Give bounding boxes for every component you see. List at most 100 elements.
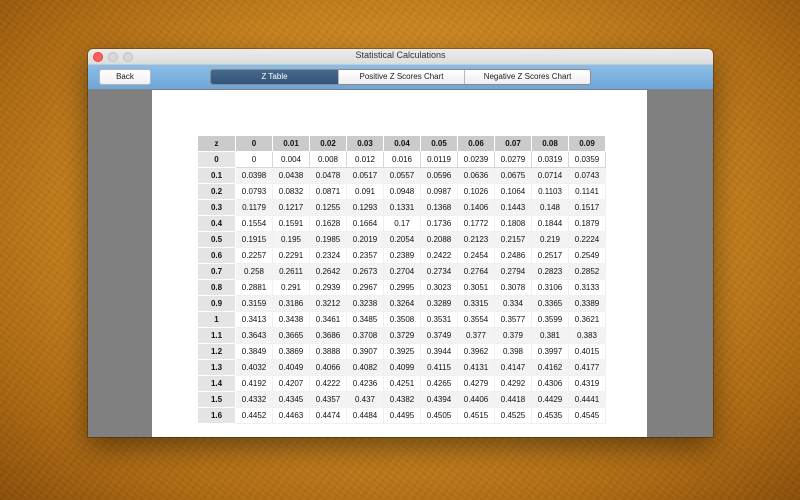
z-table-cell: 0.4236: [346, 375, 384, 392]
z-table-cell: 0.3238: [346, 295, 384, 312]
z-table-cell: 0.2764: [457, 263, 495, 280]
table-row: 1 0.3413 0.3438 0.3461 0.3485 0.3508 0.3531 0.3…: [197, 311, 606, 328]
z-table-cell: 0.016: [383, 151, 421, 168]
z-table-cell: 0.3925: [383, 343, 421, 360]
z-table-cell: 0.0948: [383, 183, 421, 200]
back-button[interactable]: Back: [99, 69, 151, 85]
view-segmented-control: Z Table Positive Z Scores Chart Negative…: [210, 69, 591, 85]
z-table-cell: 0.258: [235, 263, 273, 280]
z-table-cell: 0.3051: [457, 279, 495, 296]
z-table-cell: 0.4382: [383, 391, 421, 408]
z-table-cell: 0.3264: [383, 295, 421, 312]
z-table-cell: 0.0596: [420, 167, 458, 184]
z-table-cell: 0.0714: [531, 167, 569, 184]
z-table-cell: 0.3106: [531, 279, 569, 296]
z-table-body: 0 0 0.004 0.008 0.012 0.016 0.0119 0.0239 0.0279…: [197, 151, 606, 424]
z-table-column-header: 0.06: [457, 135, 495, 152]
z-table-cell: 0.2549: [568, 247, 606, 264]
z-table-column-header: 0.03: [346, 135, 384, 152]
z-table-cell: 0.2704: [383, 263, 421, 280]
z-table-cell: 0.3389: [568, 295, 606, 312]
table-row: 0.1 0.0398 0.0438 0.0478 0.0517 0.0557 0.0596 0…: [197, 167, 606, 184]
z-table-cell: 0.1915: [235, 231, 273, 248]
z-table-cell: 0.008: [309, 151, 347, 168]
z-table-cell: 0.4515: [457, 407, 495, 424]
z-table-cell: 0.3686: [309, 327, 347, 344]
z-table-cell: 0.1331: [383, 199, 421, 216]
tab-positive-z-scores-chart[interactable]: Positive Z Scores Chart: [338, 70, 464, 84]
z-table-cell: 0.3621: [568, 311, 606, 328]
z-table-cell: 0.2734: [420, 263, 458, 280]
z-table-cell: 0.1591: [272, 215, 310, 232]
z-table-cell: 0.3599: [531, 311, 569, 328]
tab-negative-z-scores-chart[interactable]: Negative Z Scores Chart: [464, 70, 590, 84]
z-table-cell: 0.2054: [383, 231, 421, 248]
z-table-cell: 0.334: [494, 295, 532, 312]
z-table-cell: 0.1064: [494, 183, 532, 200]
z-table-cell: 0.2257: [235, 247, 273, 264]
z-table-cell: 0.4319: [568, 375, 606, 392]
z-table-cell: 0.4463: [272, 407, 310, 424]
z-table-cell: 0.0239: [457, 151, 495, 168]
content-area: z 0 0.01 0.02 0.03 0.04 0.05 0.06 0.07 0.08 0.09 …: [88, 89, 713, 437]
z-table-row-header: 0.5: [197, 231, 236, 248]
z-table-row-header: 0.6: [197, 247, 236, 264]
z-table-cell: 0.2794: [494, 263, 532, 280]
tab-z-table[interactable]: Z Table: [211, 70, 338, 84]
z-table-cell: 0.2389: [383, 247, 421, 264]
z-table-cell: 0.4292: [494, 375, 532, 392]
z-table-cell: 0.398: [494, 343, 532, 360]
title-bar[interactable]: Statistical Calculations: [88, 49, 713, 65]
z-table-cell: 0.0636: [457, 167, 495, 184]
z-table-cell: 0.2642: [309, 263, 347, 280]
z-table-cell: 0.3708: [346, 327, 384, 344]
z-table-cell: 0.2224: [568, 231, 606, 248]
z-table-row-header: 0.9: [197, 295, 236, 312]
z-table-cell: 0.1554: [235, 215, 273, 232]
table-row: 0.7 0.258 0.2611 0.2642 0.2673 0.2704 0.2734 0.…: [197, 263, 606, 280]
z-table-cell: 0.0438: [272, 167, 310, 184]
z-table-cell: 0.2088: [420, 231, 458, 248]
z-table-cell: 0.219: [531, 231, 569, 248]
z-table-cell: 0.2291: [272, 247, 310, 264]
table-row: 1.5 0.4332 0.4345 0.4357 0.437 0.4382 0.4394 0.…: [197, 391, 606, 408]
z-table-row-header: 0: [197, 151, 236, 168]
z-table-cell: 0.4406: [457, 391, 495, 408]
z-table-cell: 0.3944: [420, 343, 458, 360]
z-table-cell: 0.2454: [457, 247, 495, 264]
z-table-row-header: 0.7: [197, 263, 236, 280]
z-table-cell: 0.1844: [531, 215, 569, 232]
z-table-cell: 0.4015: [568, 343, 606, 360]
z-table-cell: 0.3438: [272, 311, 310, 328]
z-table-row-header: 1.5: [197, 391, 236, 408]
z-table-cell: 0.3461: [309, 311, 347, 328]
z-table-cell: 0.4207: [272, 375, 310, 392]
table-row: 1.6 0.4452 0.4463 0.4474 0.4484 0.4495 0.4505 0…: [197, 407, 606, 424]
z-table-cell: 0.3577: [494, 311, 532, 328]
z-table-cell: 0.1026: [457, 183, 495, 200]
z-table-cell: 0.3186: [272, 295, 310, 312]
z-table-cell: 0.4115: [420, 359, 458, 376]
z-table-cell: 0.4545: [568, 407, 606, 424]
z-table-cell: 0.012: [346, 151, 384, 168]
window-title: Statistical Calculations: [355, 50, 446, 60]
z-table-cell: 0.4429: [531, 391, 569, 408]
table-row: 0.3 0.1179 0.1217 0.1255 0.1293 0.1331 0.1368 0…: [197, 199, 606, 216]
z-table-cell: 0.4251: [383, 375, 421, 392]
z-table-row-header: 0.4: [197, 215, 236, 232]
app-window: Statistical Calculations Back Z Table Po…: [88, 49, 713, 437]
table-row: 0.6 0.2257 0.2291 0.2324 0.2357 0.2389 0.2422 0…: [197, 247, 606, 264]
z-table-cell: 0.148: [531, 199, 569, 216]
z-table-cell: 0.4082: [346, 359, 384, 376]
z-table-cell: 0.377: [457, 327, 495, 344]
z-table-cell: 0.1293: [346, 199, 384, 216]
table-row: 1.4 0.4192 0.4207 0.4222 0.4236 0.4251 0.4265 0…: [197, 375, 606, 392]
z-table-cell: 0.3849: [235, 343, 273, 360]
z-table-cell: 0.3869: [272, 343, 310, 360]
table-row: 0.4 0.1554 0.1591 0.1628 0.1664 0.17 0.1736 0.1…: [197, 215, 606, 232]
table-row: 1.2 0.3849 0.3869 0.3888 0.3907 0.3925 0.3944 0…: [197, 343, 606, 360]
z-table-cell: 0.1808: [494, 215, 532, 232]
z-table-cell: 0.1664: [346, 215, 384, 232]
z-table-cell: 0.4441: [568, 391, 606, 408]
z-table-cell: 0: [235, 151, 273, 168]
